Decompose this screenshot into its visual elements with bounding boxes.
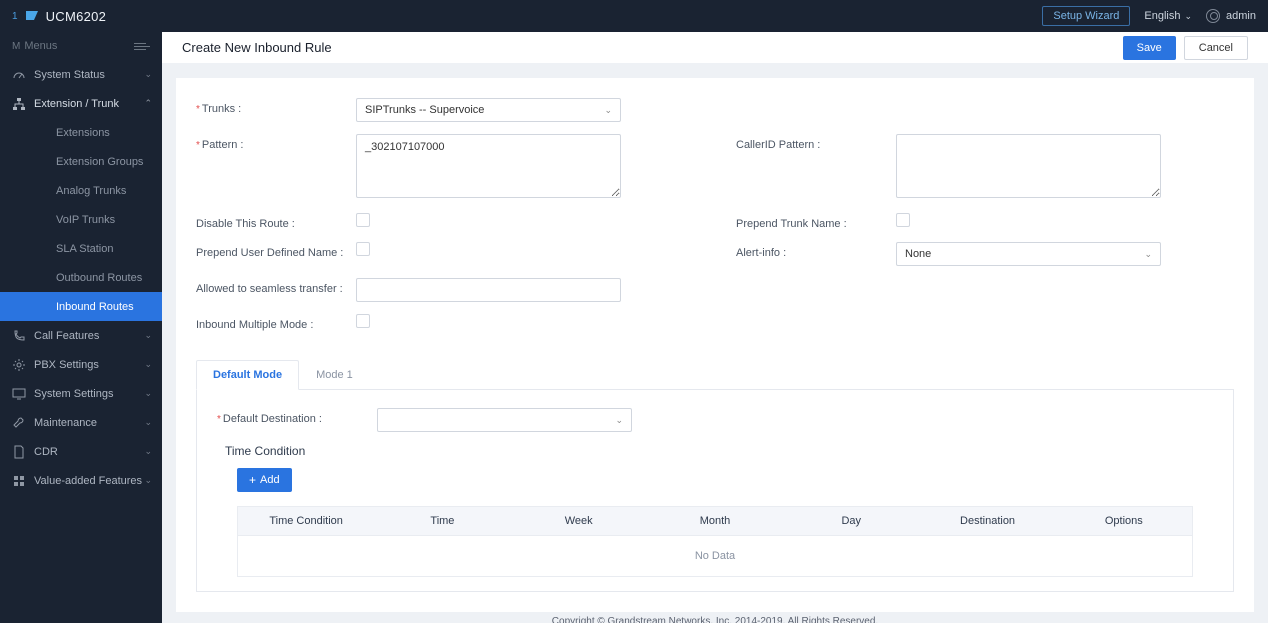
- notif-badge: 1: [12, 11, 18, 22]
- sidebar-sub-sla-station[interactable]: SLA Station: [0, 234, 162, 263]
- add-time-condition-button[interactable]: +Add: [237, 468, 292, 492]
- th-month: Month: [647, 507, 783, 535]
- seamless-label: Allowed to seamless transfer :: [196, 283, 343, 295]
- chevron-down-icon: ⌄: [144, 475, 152, 486]
- th-week: Week: [511, 507, 647, 535]
- page-title: Create New Inbound Rule: [182, 40, 1123, 55]
- sidebar-sub-voip-trunks[interactable]: VoIP Trunks: [0, 205, 162, 234]
- setup-wizard-button[interactable]: Setup Wizard: [1042, 6, 1130, 26]
- user-name: admin: [1226, 10, 1256, 22]
- chevron-down-icon: ⌄: [144, 359, 152, 370]
- sidebar-sub-outbound-routes[interactable]: Outbound Routes: [0, 263, 162, 292]
- tab-default-mode[interactable]: Default Mode: [196, 360, 299, 390]
- th-time: Time: [374, 507, 510, 535]
- file-icon: [12, 445, 26, 459]
- sidebar-item-pbx-settings[interactable]: PBX Settings ⌄: [0, 350, 162, 379]
- time-condition-title: Time Condition: [225, 444, 1223, 458]
- save-button[interactable]: Save: [1123, 36, 1176, 60]
- default-dest-select[interactable]: ⌄: [377, 408, 632, 432]
- sidebar-item-system-settings[interactable]: System Settings ⌄: [0, 379, 162, 408]
- prepend-user-label: Prepend User Defined Name :: [196, 247, 343, 259]
- language-label: English: [1144, 10, 1180, 22]
- gauge-icon: [12, 68, 26, 82]
- disable-route-checkbox[interactable]: [356, 213, 370, 227]
- footer-copyright: Copyright © Grandstream Networks, Inc. 2…: [176, 612, 1254, 623]
- callerid-label: CallerID Pattern :: [736, 139, 820, 151]
- trunks-select[interactable]: SIPTrunks -- Supervoice⌄: [356, 98, 621, 122]
- chevron-down-icon: ⌄: [1144, 249, 1152, 260]
- sidebar-item-system-status[interactable]: System Status ⌄: [0, 60, 162, 89]
- tab-mode-1[interactable]: Mode 1: [299, 360, 370, 390]
- sidebar-item-call-features[interactable]: Call Features ⌄: [0, 321, 162, 350]
- time-condition-table-head: Time Condition Time Week Month Day Desti…: [237, 506, 1193, 536]
- callerid-input[interactable]: [896, 134, 1161, 198]
- pattern-label: Pattern :: [202, 139, 244, 151]
- multiple-mode-label: Inbound Multiple Mode :: [196, 319, 313, 331]
- sidebar: M Menus System Status ⌄ Extension / Trun…: [0, 32, 162, 623]
- prepend-trunk-label: Prepend Trunk Name :: [736, 218, 847, 230]
- sidebar-item-cdr[interactable]: CDR ⌄: [0, 437, 162, 466]
- sidebar-sub-analog-trunks[interactable]: Analog Trunks: [0, 176, 162, 205]
- menus-label: Menus: [24, 40, 134, 52]
- disable-route-label: Disable This Route :: [196, 218, 295, 230]
- prepend-trunk-checkbox[interactable]: [896, 213, 910, 227]
- chevron-up-icon: ⌃: [144, 98, 152, 109]
- th-day: Day: [783, 507, 919, 535]
- phone-icon: [12, 329, 26, 343]
- th-destination: Destination: [919, 507, 1055, 535]
- alert-info-select[interactable]: None⌄: [896, 242, 1161, 266]
- chevron-down-icon: ⌄: [144, 417, 152, 428]
- chevron-down-icon: ⌄: [615, 415, 623, 426]
- collapse-icon[interactable]: [134, 43, 150, 50]
- chevron-down-icon: ⌄: [1184, 11, 1192, 22]
- product-name: UCM6202: [46, 9, 107, 24]
- chevron-down-icon: ⌄: [144, 446, 152, 457]
- th-options: Options: [1056, 507, 1192, 535]
- pattern-input[interactable]: [356, 134, 621, 198]
- multiple-mode-checkbox[interactable]: [356, 314, 370, 328]
- prepend-user-checkbox[interactable]: [356, 242, 370, 256]
- menu-prefix: M: [12, 41, 20, 52]
- wrench-icon: [12, 416, 26, 430]
- network-icon: [12, 97, 26, 111]
- product-logo: UCM6202: [24, 8, 107, 24]
- no-data-label: No Data: [238, 550, 1192, 562]
- seamless-input[interactable]: [356, 278, 621, 302]
- grid-icon: [12, 474, 26, 488]
- sidebar-item-maintenance[interactable]: Maintenance ⌄: [0, 408, 162, 437]
- monitor-icon: [12, 387, 26, 401]
- chevron-down-icon: ⌄: [144, 388, 152, 399]
- default-dest-label: Default Destination :: [223, 413, 322, 425]
- chevron-down-icon: ⌄: [144, 69, 152, 80]
- chevron-down-icon: ⌄: [144, 330, 152, 341]
- sidebar-item-value-added[interactable]: Value-added Features ⌄: [0, 466, 162, 495]
- user-icon: [1206, 9, 1220, 23]
- cancel-button[interactable]: Cancel: [1184, 36, 1248, 60]
- plus-icon: +: [249, 473, 256, 487]
- sidebar-item-extension-trunk[interactable]: Extension / Trunk ⌃: [0, 89, 162, 118]
- user-menu[interactable]: admin: [1206, 9, 1256, 23]
- alert-info-label: Alert-info :: [736, 247, 786, 259]
- sidebar-sub-extensions[interactable]: Extensions: [0, 118, 162, 147]
- gear-icon: [12, 358, 26, 372]
- language-switch[interactable]: English ⌄: [1144, 10, 1192, 22]
- trunks-label: Trunks :: [202, 103, 241, 115]
- sidebar-sub-inbound-routes[interactable]: Inbound Routes: [0, 292, 162, 321]
- th-time-condition: Time Condition: [238, 507, 374, 535]
- sidebar-sub-extension-groups[interactable]: Extension Groups: [0, 147, 162, 176]
- chevron-down-icon: ⌄: [604, 105, 612, 116]
